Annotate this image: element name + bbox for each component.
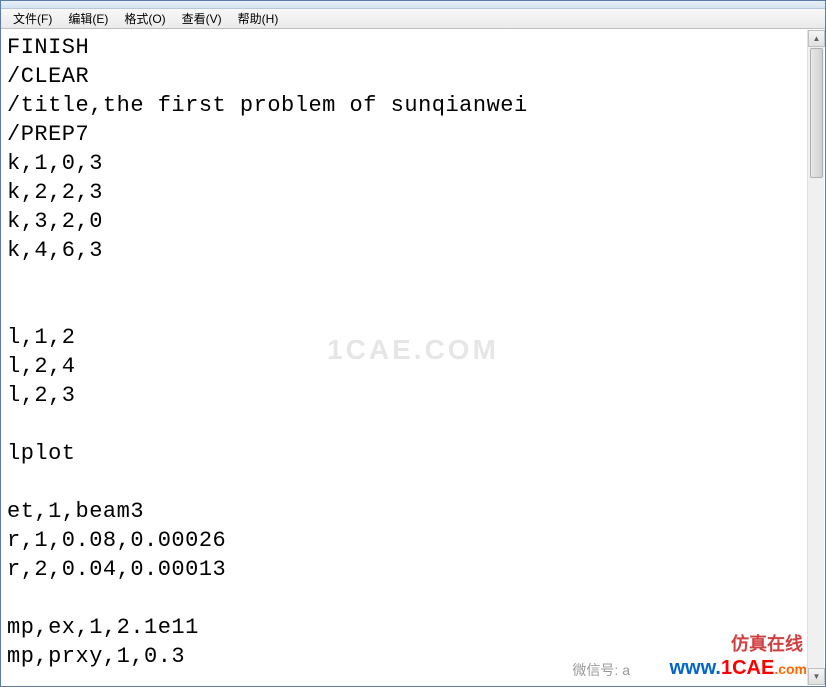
watermark-chinese: 仿真在线 — [731, 630, 803, 656]
notepad-window: 文件(F) 编辑(E) 格式(O) 查看(V) 帮助(H) FINISH /CL… — [0, 0, 826, 687]
scroll-down-button[interactable]: ▼ — [808, 668, 825, 685]
content-area: FINISH /CLEAR /title,the first problem o… — [1, 29, 825, 686]
arrow-up-icon: ▲ — [813, 34, 821, 43]
menu-bar: 文件(F) 编辑(E) 格式(O) 查看(V) 帮助(H) — [1, 9, 825, 29]
logo-main: 1CAE — [721, 657, 774, 680]
menu-file[interactable]: 文件(F) — [5, 8, 60, 29]
scroll-thumb[interactable] — [810, 48, 823, 178]
logo-prefix: www. — [669, 657, 720, 680]
menu-help[interactable]: 帮助(H) — [230, 8, 287, 29]
watermark-logo: www. 1CAE .com — [669, 657, 807, 680]
menu-edit[interactable]: 编辑(E) — [60, 8, 116, 29]
watermark-wechat: 微信号: a — [572, 660, 630, 680]
menu-view[interactable]: 查看(V) — [174, 8, 230, 29]
logo-suffix: .com — [774, 661, 807, 677]
scroll-up-button[interactable]: ▲ — [808, 30, 825, 47]
editor-text[interactable]: FINISH /CLEAR /title,the first problem o… — [1, 29, 825, 675]
arrow-down-icon: ▼ — [813, 672, 821, 681]
scrollbar-vertical[interactable]: ▲ ▼ — [807, 30, 824, 685]
menu-format[interactable]: 格式(O) — [116, 8, 173, 29]
